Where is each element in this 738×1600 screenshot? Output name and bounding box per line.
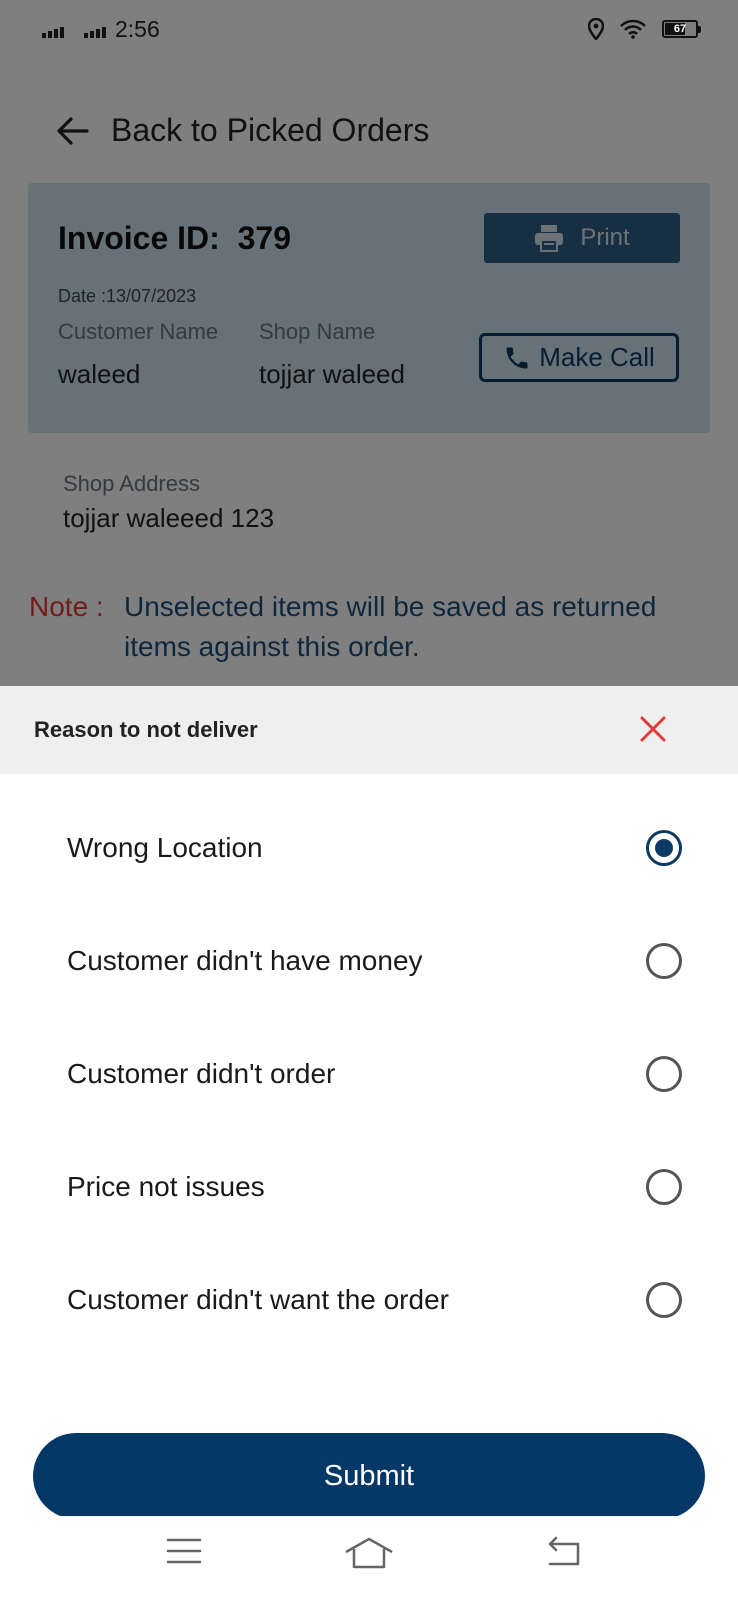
reason-option[interactable]: Customer didn't want the order — [0, 1256, 738, 1346]
radio-selected[interactable] — [646, 830, 682, 866]
home-icon[interactable] — [344, 1536, 394, 1570]
reason-option-label: Price not issues — [67, 1171, 265, 1202]
sheet-header: Reason to not deliver — [0, 686, 738, 774]
sheet-title: Reason to not deliver — [34, 717, 258, 742]
radio-unselected[interactable] — [646, 943, 682, 979]
system-nav-bar — [0, 1516, 738, 1600]
radio-unselected[interactable] — [646, 1169, 682, 1205]
reason-option-label: Wrong Location — [67, 832, 263, 863]
submit-button[interactable]: Submit — [33, 1433, 705, 1519]
reason-option[interactable]: Customer didn't order — [0, 1030, 738, 1120]
reason-option-label: Customer didn't have money — [67, 945, 423, 976]
close-icon[interactable] — [638, 714, 668, 744]
reason-option-label: Customer didn't want the order — [67, 1284, 449, 1315]
reason-option[interactable]: Customer didn't have money — [0, 917, 738, 1007]
radio-unselected[interactable] — [646, 1282, 682, 1318]
modal-backdrop[interactable] — [0, 0, 738, 686]
reason-option[interactable]: Wrong Location — [0, 804, 738, 894]
reason-option-label: Customer didn't order — [67, 1058, 336, 1089]
battery-level: 67 — [673, 23, 687, 35]
screen: 2:56 67 Back to Picked Orders Invoice ID… — [0, 0, 738, 1600]
reason-option[interactable]: Price not issues — [0, 1143, 738, 1233]
menu-icon[interactable] — [166, 1536, 202, 1566]
back-nav-icon[interactable] — [544, 1536, 582, 1568]
radio-unselected[interactable] — [646, 1056, 682, 1092]
reason-bottom-sheet: Reason to not deliver Wrong Location Cus… — [0, 686, 738, 1516]
